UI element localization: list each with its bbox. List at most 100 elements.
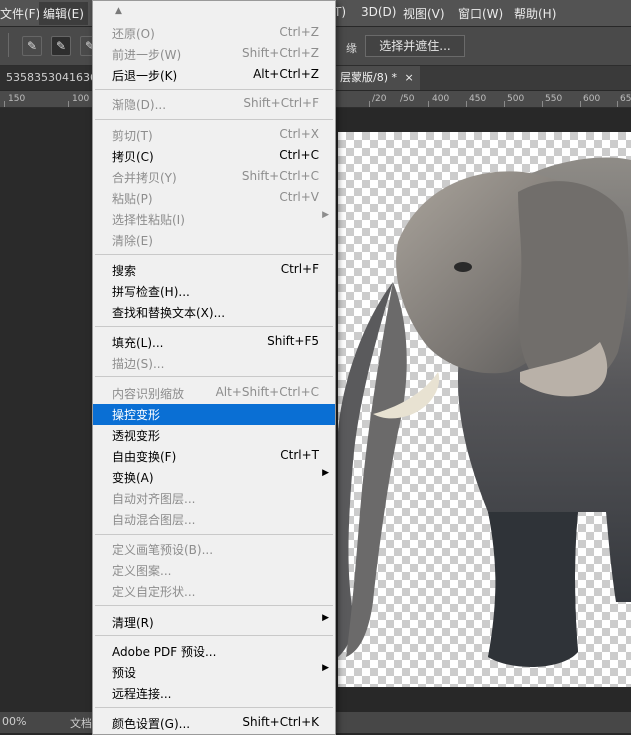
menu-item-label: 粘贴(P) (112, 192, 153, 206)
menu-separator (95, 376, 333, 377)
menu-item: 剪切(T) Ctrl+X (93, 125, 335, 146)
menu-item[interactable]: 后退一步(K) Alt+Ctrl+Z (93, 65, 335, 86)
menu-item-label: 定义自定形状... (112, 585, 196, 599)
menu-item: 清除(E) (93, 230, 335, 251)
menu-item-shortcut: Ctrl+Z (279, 25, 319, 39)
menu-item: 描边(S)... (93, 353, 335, 374)
menu-file[interactable]: 文件(F) (0, 5, 40, 22)
ruler-line (68, 101, 69, 107)
menu-item-label: 预设 (112, 666, 137, 680)
menu-item-shortcut: Ctrl+F (280, 262, 319, 276)
menu-separator (95, 326, 333, 327)
submenu-arrow-icon: ▶ (322, 663, 329, 673)
menu-item-label: 描边(S)... (112, 357, 165, 371)
menu-item[interactable]: 透视变形 (93, 425, 335, 446)
menu-item[interactable]: 远程连接... (93, 683, 335, 704)
menu-3d[interactable]: 3D(D) (361, 5, 396, 19)
document-canvas[interactable] (338, 132, 631, 687)
tab-close-icon[interactable]: × (405, 71, 414, 84)
menu-item-label: 定义画笔预设(B)... (112, 543, 214, 557)
menu-view[interactable]: 视图(V) (403, 5, 445, 22)
menu-item[interactable]: 操控变形 (93, 404, 335, 425)
menu-separator (95, 89, 333, 90)
menu-separator (95, 534, 333, 535)
menu-item-label: 填充(L)... (112, 336, 164, 350)
ruler-line (504, 101, 505, 107)
menu-item: 渐隐(D)... Shift+Ctrl+F (93, 94, 335, 115)
menu-item-label: 清除(E) (112, 234, 153, 248)
ruler-line (428, 101, 429, 107)
menu-item-label: 查找和替换文本(X)... (112, 306, 226, 320)
document-info[interactable]: 文档 (70, 715, 92, 731)
brush-tool-icon[interactable]: ✎ (22, 36, 42, 56)
menu-item[interactable]: 清理(R) ▶ (93, 612, 335, 633)
menu-item: 前进一步(W) Shift+Ctrl+Z (93, 44, 335, 65)
ruler-tick: 150 (8, 94, 26, 104)
menu-item[interactable]: 拷贝(C) Ctrl+C (93, 146, 335, 167)
edit-dropdown-menu: ▲ 还原(O) Ctrl+Z 前进一步(W) Shift+Ctrl+Z 后退一步(K) A… (92, 0, 336, 735)
select-and-mask-button[interactable]: 选择并遮住... (365, 35, 465, 57)
menu-item[interactable]: Adobe PDF 预设... (93, 641, 335, 662)
scroll-up-icon[interactable]: ▲ (115, 6, 122, 16)
menu-item-label: 渐隐(D)... (112, 98, 167, 112)
menu-item-label: 拼写检查(H)... (112, 285, 190, 299)
menu-separator (95, 254, 333, 255)
menu-item-shortcut: Shift+Ctrl+F (243, 96, 319, 110)
ruler-tick: /20 (372, 94, 387, 104)
tab-document-active[interactable]: 层蒙版/8) * × (334, 66, 420, 90)
menu-item[interactable]: 拼写检查(H)... (93, 281, 335, 302)
options-divider (8, 33, 9, 57)
menu-separator (95, 635, 333, 636)
menu-item-shortcut: Ctrl+V (279, 190, 319, 204)
submenu-arrow-icon: ▶ (322, 613, 329, 623)
ruler-line (542, 101, 543, 107)
zoom-level[interactable]: 00% (2, 715, 26, 728)
menu-item-label: 定义图案... (112, 564, 172, 578)
menu-item-label: 拷贝(C) (112, 150, 154, 164)
menu-item-label: 清理(R) (112, 616, 154, 630)
menu-item-label: 合并拷贝(Y) (112, 171, 177, 185)
menu-item[interactable]: 预设 ▶ (93, 662, 335, 683)
menu-item-label: 透视变形 (112, 429, 161, 443)
workspace-left (0, 108, 92, 712)
tab-label: 层蒙版/8) * (340, 71, 397, 84)
menu-item-shortcut: Shift+Ctrl+K (242, 715, 319, 729)
menu-item-label: 变换(A) (112, 471, 154, 485)
menu-item[interactable]: 颜色设置(G)... Shift+Ctrl+K (93, 713, 335, 734)
menu-item[interactable]: 变换(A) ▶ (93, 467, 335, 488)
ruler-tick: 100 (72, 94, 90, 104)
menu-item-label: 剪切(T) (112, 129, 153, 143)
menu-edit[interactable]: 编辑(E) (39, 2, 88, 25)
menu-item: 自动对齐图层... (93, 488, 335, 509)
menu-item-label: 操控变形 (112, 408, 161, 422)
menu-item[interactable]: 自由变换(F) Ctrl+T (93, 446, 335, 467)
menu-help[interactable]: 帮助(H) (514, 5, 556, 22)
menu-item-shortcut: Shift+Ctrl+Z (242, 46, 319, 60)
menu-item-label: Adobe PDF 预设... (112, 645, 217, 659)
menu-item-label: 自动对齐图层... (112, 492, 196, 506)
elephant-image (338, 157, 631, 668)
menu-item: 粘贴(P) Ctrl+V (93, 188, 335, 209)
menu-item-label: 选择性粘贴(I) (112, 213, 185, 227)
menu-item[interactable]: 搜索 Ctrl+F (93, 260, 335, 281)
menu-item: 选择性粘贴(I) ▶ (93, 209, 335, 230)
menu-item-label: 还原(O) (112, 27, 155, 41)
menu-item-label: 自由变换(F) (112, 450, 177, 464)
menu-item-shortcut: Ctrl+X (279, 127, 319, 141)
ruler-line (466, 101, 467, 107)
ruler-line (617, 101, 618, 107)
menu-item[interactable]: 填充(L)... Shift+F5 (93, 332, 335, 353)
ruler-tick: 450 (469, 94, 487, 104)
menu-window[interactable]: 窗口(W) (458, 5, 503, 22)
menu-item-shortcut: Shift+F5 (267, 334, 319, 348)
menu-separator (95, 707, 333, 708)
ruler-tick: 550 (545, 94, 563, 104)
menu-item-label: 颜色设置(G)... (112, 717, 191, 731)
menu-item-shortcut: Shift+Ctrl+C (241, 169, 319, 183)
menu-item: 自动混合图层... (93, 509, 335, 530)
brush-add-icon[interactable]: ✎ (51, 36, 71, 56)
refine-edge-label: 缘 (346, 42, 357, 55)
menu-item-label: 自动混合图层... (112, 513, 196, 527)
menu-item[interactable]: 查找和替换文本(X)... (93, 302, 335, 323)
menu-item-label: 远程连接... (112, 687, 172, 701)
